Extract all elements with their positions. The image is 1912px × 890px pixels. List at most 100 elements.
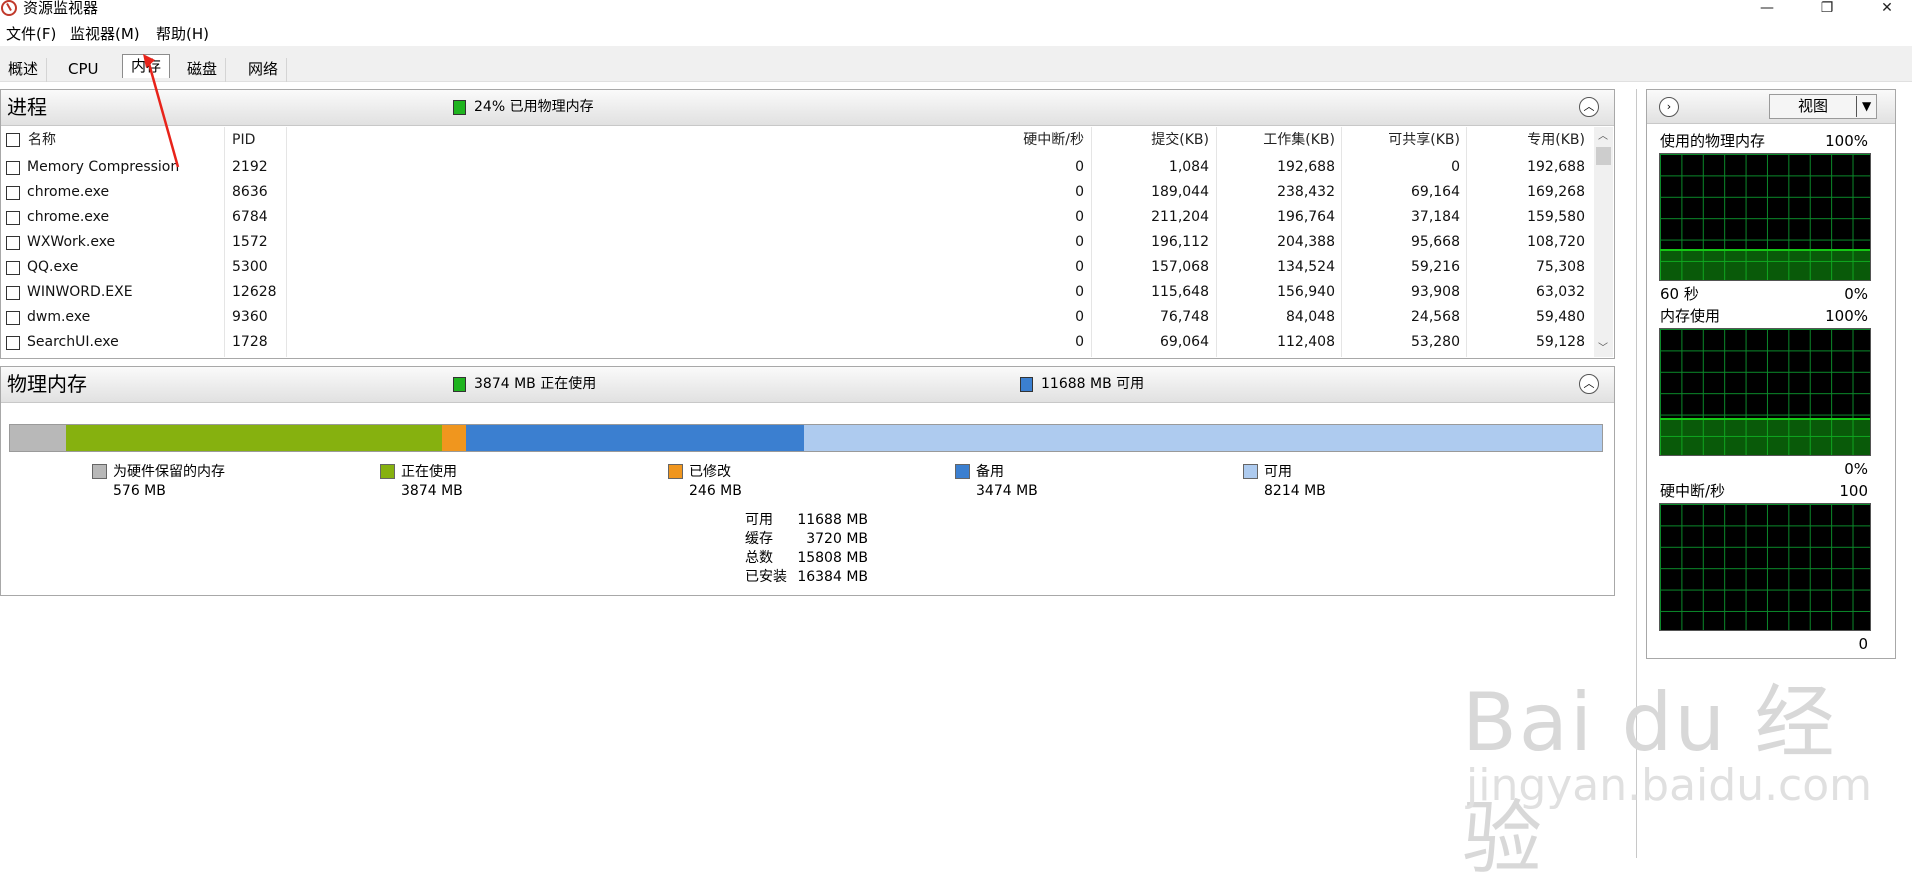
row-checkbox[interactable] — [6, 211, 20, 225]
menu-monitor[interactable]: 监视器(M) — [70, 25, 140, 43]
menu-help[interactable]: 帮助(H) — [156, 25, 209, 43]
cell-private: 59,128 — [1536, 334, 1585, 350]
tab-network[interactable]: 网络 — [240, 58, 288, 82]
row-checkbox[interactable] — [6, 261, 20, 275]
cell-pid: 5300 — [232, 259, 268, 275]
cell-shareable: 69,164 — [1411, 184, 1460, 200]
usage-graph — [1659, 503, 1871, 631]
row-checkbox[interactable] — [6, 186, 20, 200]
row-checkbox[interactable] — [6, 286, 20, 300]
scroll-up-arrow-icon[interactable]: ︿ — [1598, 127, 1608, 142]
view-dropdown-divider — [1856, 96, 1857, 117]
cell-hard-faults: 0 — [1075, 334, 1084, 350]
row-checkbox[interactable] — [6, 236, 20, 250]
memory-usage-summary: 24% 已用物理内存 — [474, 99, 594, 115]
memory-legend-swatch — [92, 464, 107, 479]
cell-commit: 1,084 — [1168, 159, 1209, 175]
column-header-hard-faults[interactable]: 硬中断/秒 — [960, 131, 1084, 149]
column-header-pid[interactable]: PID — [232, 131, 255, 149]
cell-hard-faults: 0 — [1075, 159, 1084, 175]
row-checkbox[interactable] — [6, 336, 20, 350]
cell-working-set: 192,688 — [1277, 159, 1335, 175]
view-dropdown-label: 视图 — [1797, 97, 1828, 115]
cell-hard-faults: 0 — [1075, 284, 1084, 300]
baidu-watermark-url: jingyan.baidu.com — [1466, 760, 1873, 811]
cell-shareable: 24,568 — [1411, 309, 1460, 325]
cell-commit: 115,648 — [1151, 284, 1209, 300]
memory-legend-value: 246 MB — [689, 483, 742, 499]
menu-file[interactable]: 文件(F) — [6, 25, 56, 43]
table-row[interactable]: WINWORD.EXE 12628 0 115,648 156,940 93,908 63,… — [0, 280, 1594, 305]
tab-bar: 概述 CPU 内存 磁盘 网络 — [0, 46, 1912, 82]
memory-legend-label: 已修改 — [689, 464, 731, 480]
processes-header[interactable]: 进程 24% 已用物理内存 ︿ — [1, 90, 1614, 126]
view-dropdown[interactable]: 视图 ▼ — [1769, 94, 1877, 119]
tab-overview[interactable]: 概述 — [0, 58, 48, 82]
column-header-name[interactable]: 名称 — [28, 131, 56, 149]
scroll-down-arrow-icon[interactable]: ﹀ — [1598, 339, 1608, 354]
table-row[interactable]: QQ.exe 5300 0 157,068 134,524 59,216 75,308 — [0, 255, 1594, 280]
cell-private: 192,688 — [1527, 159, 1585, 175]
process-scrollbar[interactable]: ︿ ﹀ — [1594, 127, 1613, 357]
cell-private: 59,480 — [1536, 309, 1585, 325]
minimize-button[interactable]: — — [1744, 0, 1790, 18]
select-all-checkbox[interactable] — [6, 133, 20, 147]
chevron-down-icon: ▼ — [1862, 99, 1872, 113]
cell-name: chrome.exe — [27, 209, 110, 225]
memory-legend-swatch — [668, 464, 683, 479]
column-header-shareable[interactable]: 可共享(KB) — [1340, 131, 1460, 149]
cell-name: WINWORD.EXE — [27, 284, 133, 300]
cell-private: 108,720 — [1527, 234, 1585, 250]
row-checkbox[interactable] — [6, 161, 20, 175]
cell-shareable: 95,668 — [1411, 234, 1460, 250]
cell-commit: 196,112 — [1151, 234, 1209, 250]
collapse-physical-memory-button[interactable]: ︿ — [1579, 374, 1599, 394]
window-title: 资源监视器 — [23, 0, 99, 17]
cell-commit: 69,064 — [1160, 334, 1209, 350]
resource-monitor-icon — [1, 0, 17, 16]
restore-button[interactable]: ❐ — [1804, 0, 1850, 18]
available-summary: 11688 MB 可用 — [1041, 376, 1145, 392]
memory-legend-label: 为硬件保留的内存 — [113, 464, 225, 480]
close-button[interactable]: ✕ — [1864, 0, 1910, 18]
table-row[interactable]: dwm.exe 9360 0 76,748 84,048 24,568 59,480 — [0, 305, 1594, 330]
table-row[interactable]: SearchUI.exe 1728 0 69,064 112,408 53,280 59,1… — [0, 330, 1594, 355]
physical-memory-header[interactable]: 物理内存 3874 MB 正在使用 11688 MB 可用 ︿ — [1, 367, 1614, 403]
memory-segment-3 — [466, 425, 804, 451]
in-use-legend-icon — [453, 377, 466, 392]
column-header-working-set[interactable]: 工作集(KB) — [1215, 131, 1335, 149]
collapse-processes-button[interactable]: ︿ — [1579, 97, 1599, 117]
cell-pid: 1572 — [232, 234, 268, 250]
graph-max-label: 100% — [1825, 307, 1868, 325]
cell-private: 159,580 — [1527, 209, 1585, 225]
stat-value-total: 15808 MB — [797, 550, 868, 566]
cell-commit: 157,068 — [1151, 259, 1209, 275]
scrollbar-thumb[interactable] — [1596, 147, 1611, 165]
cell-shareable: 37,184 — [1411, 209, 1460, 225]
graph-max-label: 100 — [1839, 482, 1868, 500]
stat-value-available: 11688 MB — [797, 512, 868, 528]
cell-hard-faults: 0 — [1075, 259, 1084, 275]
tab-cpu[interactable]: CPU — [60, 58, 107, 82]
cell-pid: 6784 — [232, 209, 268, 225]
row-checkbox[interactable] — [6, 311, 20, 325]
table-row[interactable]: chrome.exe 6784 0 211,204 196,764 37,184 159,5… — [0, 205, 1594, 230]
table-row[interactable]: Memory Compression 2192 0 1,084 192,688 0 192,… — [0, 155, 1594, 180]
red-arrow-annotation — [143, 54, 180, 168]
cell-commit: 211,204 — [1151, 209, 1209, 225]
memory-usage-bar — [9, 424, 1603, 452]
memory-legend-value: 3474 MB — [976, 483, 1038, 499]
cell-working-set: 196,764 — [1277, 209, 1335, 225]
stat-label-installed: 已安装 — [745, 569, 787, 585]
table-row[interactable]: WXWork.exe 1572 0 196,112 204,388 95,668 108,7… — [0, 230, 1594, 255]
collapse-side-panel-button[interactable]: › — [1659, 97, 1679, 117]
column-header-commit[interactable]: 提交(KB) — [1090, 131, 1209, 149]
cell-pid: 9360 — [232, 309, 268, 325]
cell-working-set: 112,408 — [1277, 334, 1335, 350]
column-header-private[interactable]: 专用(KB) — [1465, 131, 1585, 149]
memory-legend-label: 备用 — [976, 464, 1004, 480]
cell-working-set: 84,048 — [1286, 309, 1335, 325]
memory-legend-label: 可用 — [1264, 464, 1292, 480]
graph-time-label: 60 秒 — [1660, 285, 1699, 303]
table-row[interactable]: chrome.exe 8636 0 189,044 238,432 69,164 169,2… — [0, 180, 1594, 205]
